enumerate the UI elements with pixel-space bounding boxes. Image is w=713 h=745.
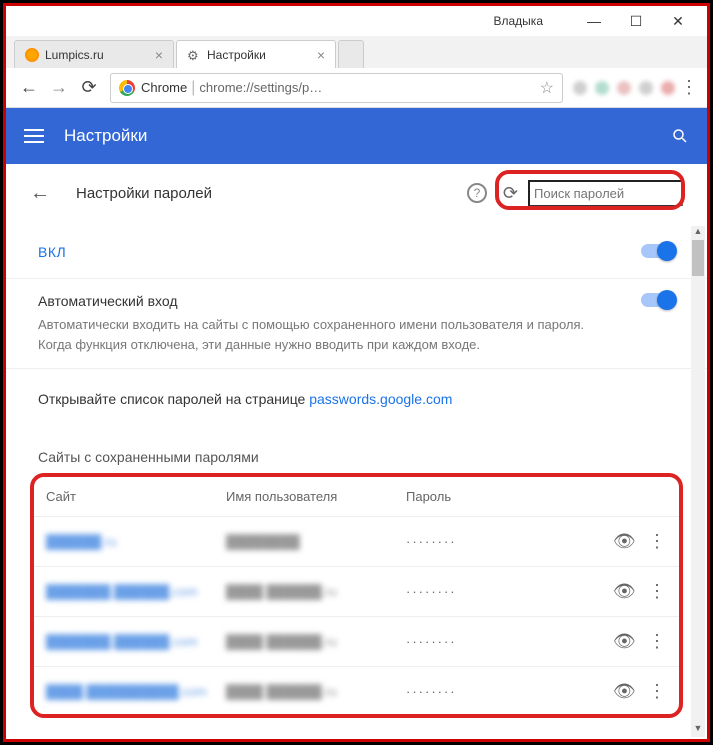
row-menu-button[interactable]: ⋮ — [647, 631, 667, 652]
scroll-thumb[interactable] — [692, 240, 704, 276]
omnibox[interactable]: Chrome | chrome://settings/p… ☆ — [110, 73, 563, 103]
back-button[interactable]: ← — [14, 73, 44, 103]
cell-user: ████ ██████.ru — [226, 634, 406, 649]
password-table: Сайт Имя пользователя Пароль ██████.ru █… — [32, 477, 681, 716]
col-password: Пароль — [406, 489, 667, 504]
refresh-icon[interactable]: ⟳ — [503, 183, 518, 204]
extension-icon[interactable] — [661, 81, 675, 95]
tab-label: Настройки — [207, 48, 311, 62]
extension-icon[interactable] — [617, 81, 631, 95]
minimize-button[interactable]: — — [573, 7, 615, 35]
tab-strip: Lumpics.ru × ⚙ Настройки × — [6, 36, 707, 68]
auto-signin-row: Автоматический вход Автоматически входит… — [6, 279, 707, 369]
reload-button[interactable]: ⟳ — [74, 73, 104, 103]
auto-heading: Автоматический вход — [38, 293, 611, 309]
offer-save-toggle[interactable] — [641, 244, 675, 258]
back-arrow-icon[interactable]: ← — [30, 182, 50, 205]
help-icon[interactable]: ? — [467, 183, 487, 203]
table-row: ██████.ru ████████ ········ 👁 ⋮ — [32, 516, 681, 566]
browser-menu-button[interactable]: ⋮ — [679, 77, 699, 98]
settings-header: Настройки — [6, 108, 707, 164]
table-header: Сайт Имя пользователя Пароль — [32, 477, 681, 516]
chrome-icon — [119, 80, 135, 96]
close-tab-icon[interactable]: × — [317, 47, 325, 63]
eye-icon[interactable]: 👁 — [613, 631, 637, 652]
scroll-up-arrow[interactable]: ▲ — [691, 226, 705, 240]
orange-icon — [25, 48, 39, 62]
secure-label: Chrome — [141, 80, 187, 95]
link-prefix: Открывайте список паролей на странице — [38, 391, 309, 407]
window-titlebar: Владыка — ☐ ✕ — [6, 6, 707, 36]
passwords-google-link[interactable]: passwords.google.com — [309, 391, 452, 407]
settings-title: Настройки — [64, 126, 671, 146]
cell-site[interactable]: ███████.██████.com — [46, 634, 226, 649]
forward-button[interactable]: → — [44, 73, 74, 103]
cell-password: ········ — [406, 634, 613, 649]
separator: | — [191, 79, 195, 97]
scrollbar[interactable]: ▲ ▼ — [691, 226, 705, 737]
hamburger-icon[interactable] — [24, 129, 44, 143]
page-subtitle: Настройки паролей — [76, 185, 467, 202]
offer-save-row: ВКЛ — [6, 216, 707, 279]
password-search-input[interactable] — [528, 180, 683, 206]
close-window-button[interactable]: ✕ — [657, 7, 699, 35]
cell-site[interactable]: ████.██████████.com — [46, 684, 226, 699]
new-tab-button[interactable] — [338, 40, 364, 68]
eye-icon[interactable]: 👁 — [613, 581, 637, 602]
row-menu-button[interactable]: ⋮ — [647, 531, 667, 552]
extension-icon[interactable] — [639, 81, 653, 95]
sub-header: ← Настройки паролей ? ⟳ — [6, 164, 707, 216]
cell-site[interactable]: ██████.ru — [46, 534, 226, 549]
extension-icon[interactable] — [595, 81, 609, 95]
table-row: ████.██████████.com ████ ██████.ru ·····… — [32, 666, 681, 716]
auto-signin-toggle[interactable] — [641, 293, 675, 307]
bookmark-star-icon[interactable]: ☆ — [540, 78, 554, 98]
tab-settings[interactable]: ⚙ Настройки × — [176, 40, 336, 68]
user-label: Владыка — [494, 14, 544, 28]
saved-passwords-heading: Сайты с сохраненными паролями — [6, 429, 707, 473]
url-text: chrome://settings/p… — [199, 80, 539, 95]
cell-password: ········ — [406, 534, 613, 549]
cell-user: ████████ — [226, 534, 406, 549]
settings-body: ← Настройки паролей ? ⟳ ВКЛ Автоматическ… — [6, 164, 707, 739]
auto-description: Автоматически входить на сайты с помощью… — [38, 315, 611, 354]
gear-icon: ⚙ — [187, 48, 201, 62]
eye-icon[interactable]: 👁 — [613, 531, 637, 552]
extension-icon[interactable] — [573, 81, 587, 95]
extensions-area — [569, 81, 679, 95]
tab-lumpics[interactable]: Lumpics.ru × — [14, 40, 174, 68]
col-site: Сайт — [46, 489, 226, 504]
table-row: ███████.██████.com ████ ██████.ru ······… — [32, 566, 681, 616]
table-row: ███████.██████.com ████ ██████.ru ······… — [32, 616, 681, 666]
maximize-button[interactable]: ☐ — [615, 7, 657, 35]
cell-user: ████ ██████.ru — [226, 584, 406, 599]
cell-site[interactable]: ███████.██████.com — [46, 584, 226, 599]
scroll-down-arrow[interactable]: ▼ — [691, 723, 705, 737]
cell-user: ████ ██████.ru — [226, 684, 406, 699]
eye-icon[interactable]: 👁 — [613, 681, 637, 702]
passwords-link-row: Открывайте список паролей на странице pa… — [6, 369, 707, 429]
content-area: Настройки ← Настройки паролей ? ⟳ ВКЛ Ав… — [6, 108, 707, 739]
row-menu-button[interactable]: ⋮ — [647, 681, 667, 702]
cell-password: ········ — [406, 584, 613, 599]
on-label: ВКЛ — [38, 244, 66, 260]
cell-password: ········ — [406, 684, 613, 699]
address-bar: ← → ⟳ Chrome | chrome://settings/p… ☆ ⋮ — [6, 68, 707, 108]
close-tab-icon[interactable]: × — [155, 47, 163, 63]
search-icon[interactable] — [671, 127, 689, 145]
col-user: Имя пользователя — [226, 489, 406, 504]
tab-label: Lumpics.ru — [45, 48, 149, 62]
row-menu-button[interactable]: ⋮ — [647, 581, 667, 602]
